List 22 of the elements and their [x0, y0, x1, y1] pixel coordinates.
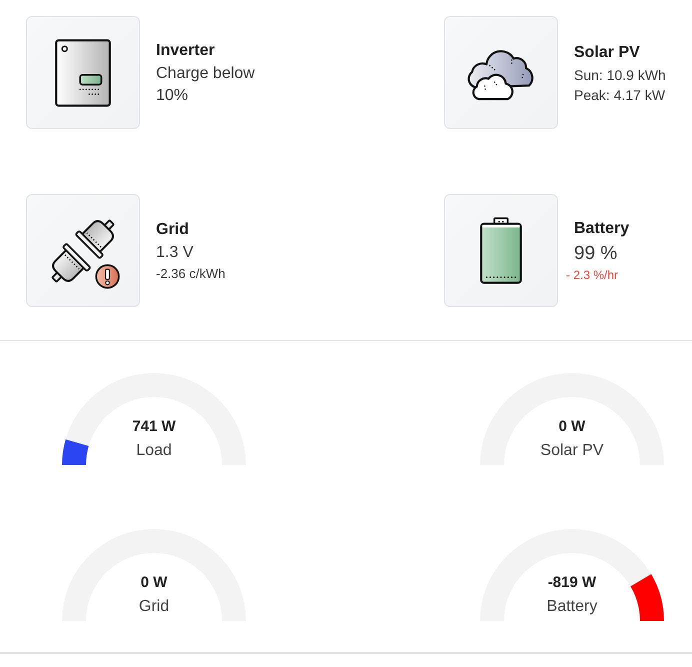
plugs-icon [49, 216, 117, 284]
device-reading: Peak: 4.17 kW [574, 86, 666, 104]
device-name: Grid [156, 220, 190, 240]
rate-text: - 2.3 %/hr [566, 267, 620, 284]
gauge-label: Load [136, 441, 172, 461]
gauge-value: 0 W [140, 573, 168, 593]
device-name: Inverter [156, 40, 216, 60]
gauge-value: -819 W [548, 573, 596, 593]
gauge-label: Grid [138, 597, 170, 617]
device-reading: 99 % [574, 242, 618, 266]
device-name: Solar PV [574, 42, 641, 62]
gauge-label: Battery [546, 597, 598, 617]
inverter-icon [55, 38, 111, 106]
device-reading: -2.36 c/kWh [156, 264, 226, 282]
device-reading: Sun: 10.9 kWh [574, 66, 667, 84]
device-reading: Charge below 10% [156, 64, 256, 106]
device-name: Battery [574, 219, 630, 239]
gauge-label: Solar PV [540, 441, 604, 461]
gauge-value: 0 W [558, 417, 586, 437]
battery-icon [480, 217, 522, 284]
gauge-value: 741 W [132, 417, 176, 437]
device-reading: 1.3 V [156, 242, 194, 262]
